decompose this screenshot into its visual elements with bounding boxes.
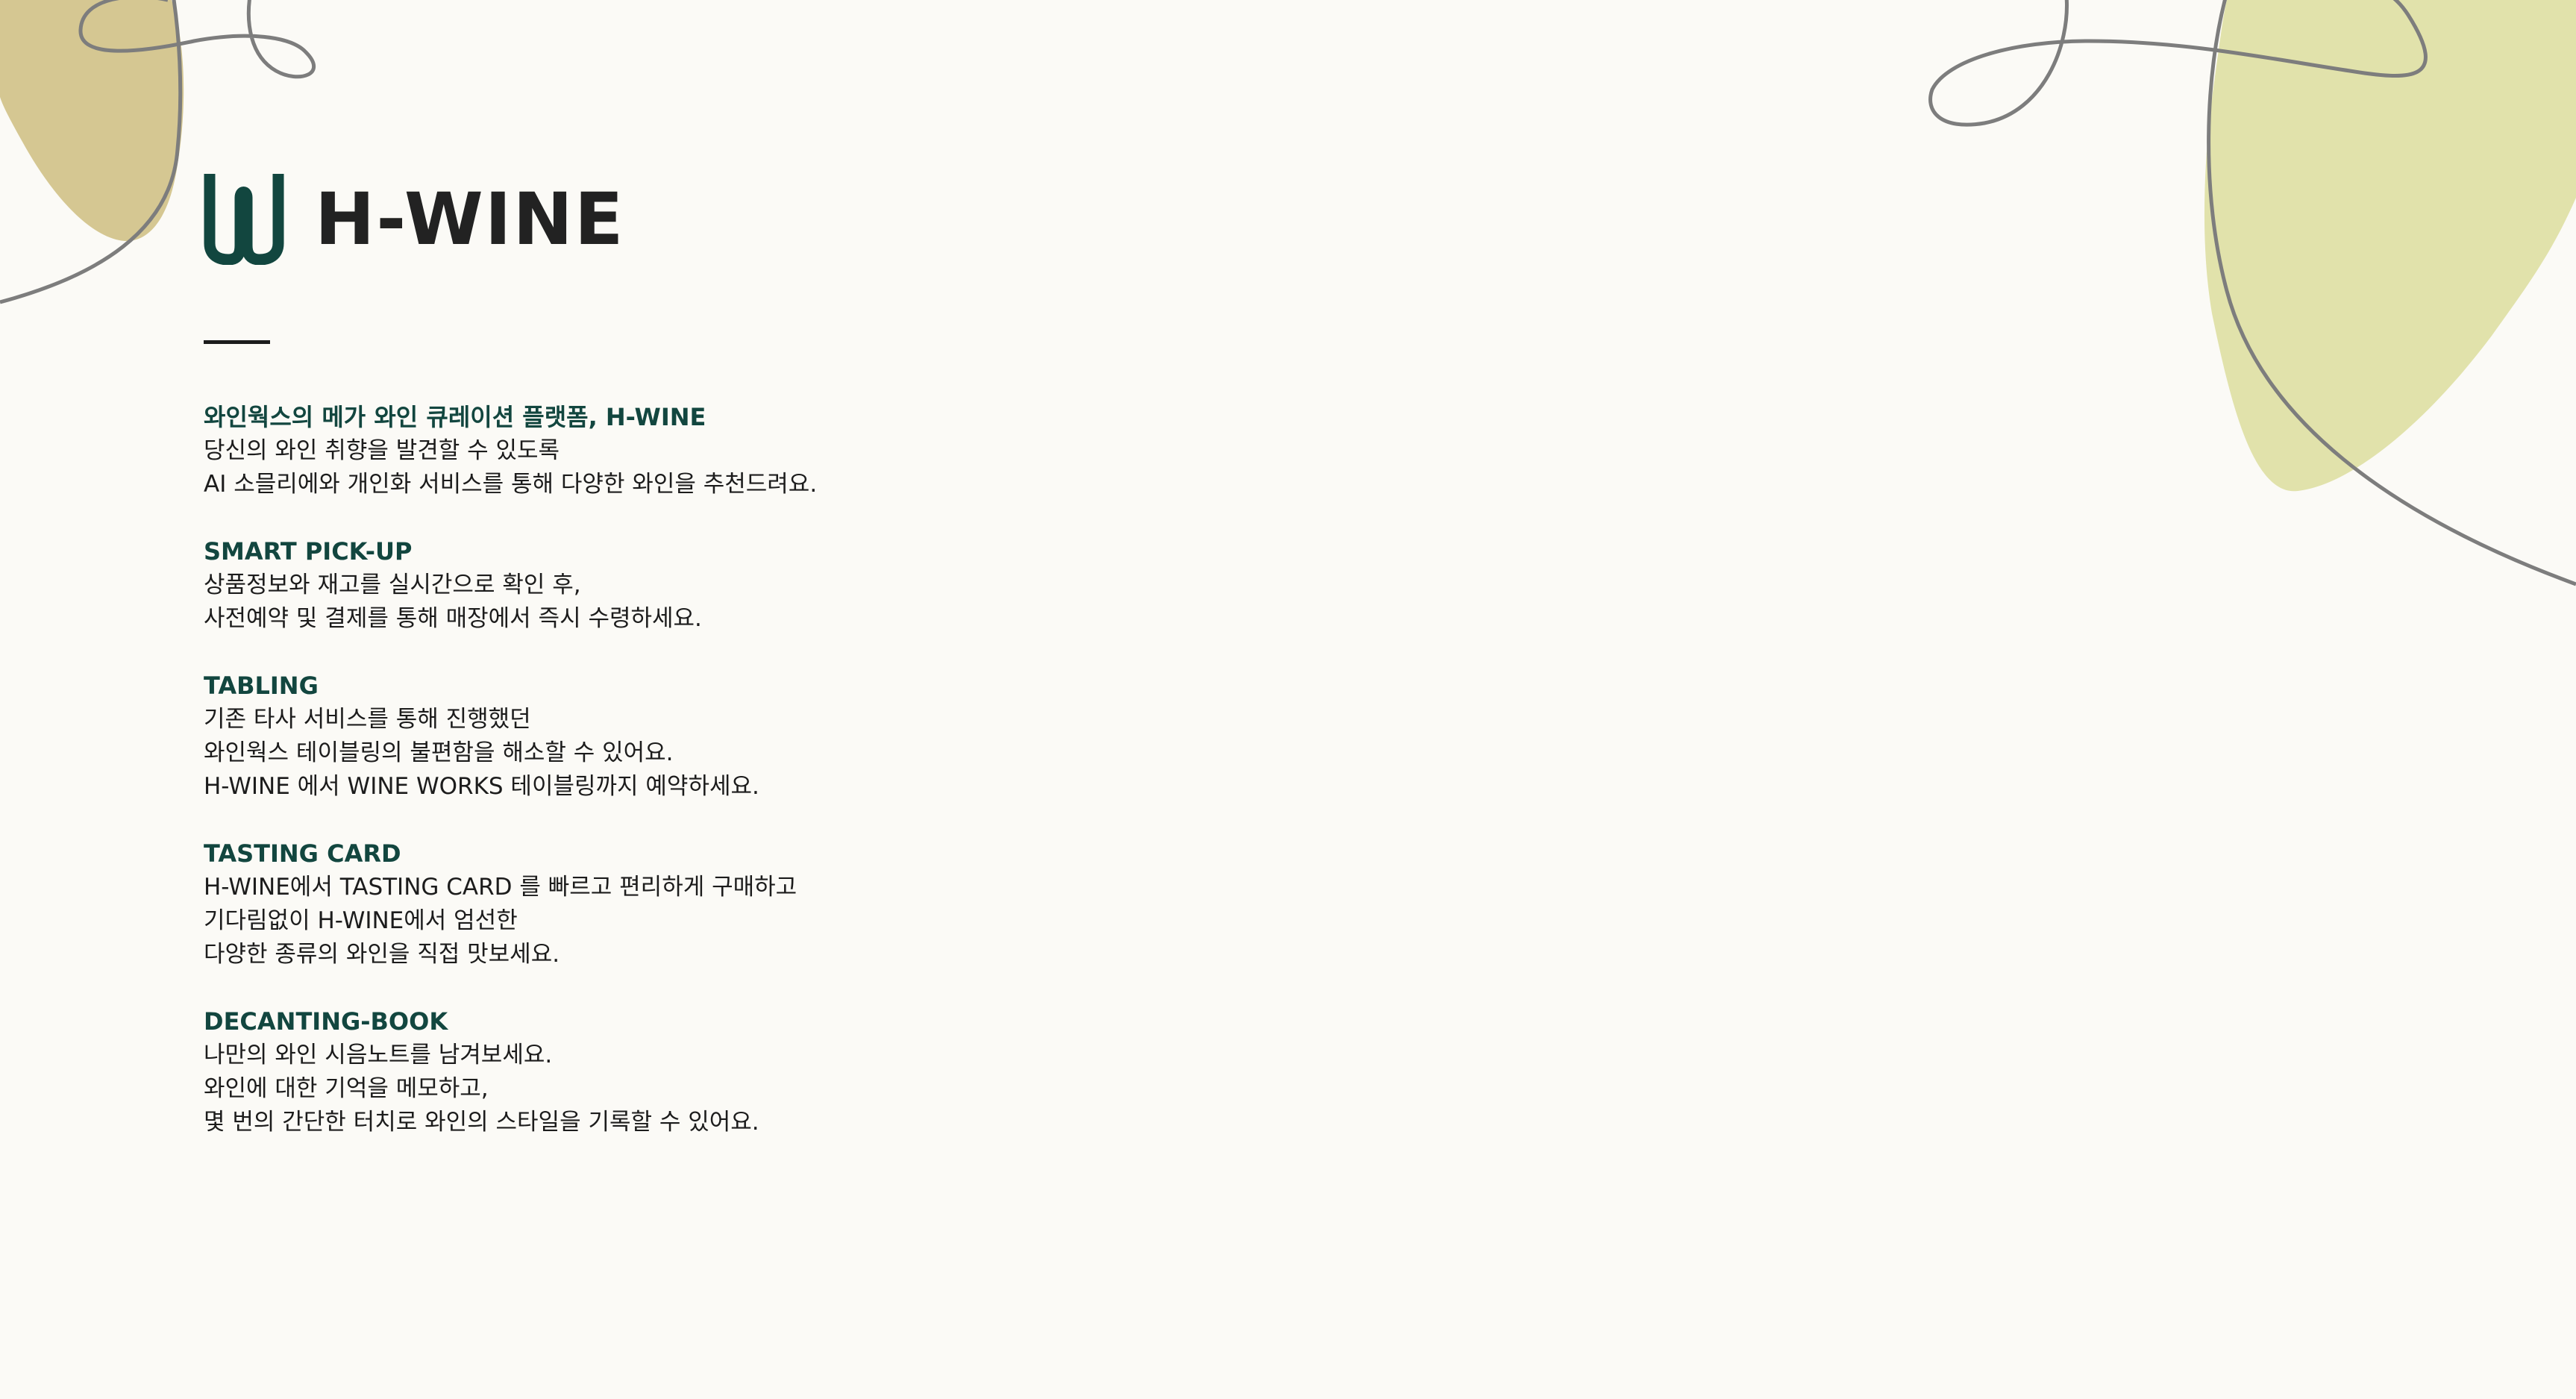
section-decanting-book: DECANTING-BOOK 나만의 와인 시음노트를 남겨보세요. 와인에 대… [204,1005,1323,1139]
left-curly-line [0,0,183,304]
section-text: 와인웍스 테이블링의 불편함을 해소할 수 있어요. [204,739,674,766]
brand-name: H-WINE [315,178,625,261]
section-title: TABLING [204,672,319,700]
feature-list: 와인웍스의 메가 와인 큐레이션 플랫폼, H-WINE 당신의 와인 취향을 … [204,401,1323,1173]
section-title: DECANTING-BOOK [204,1007,448,1036]
left-blob [0,0,184,242]
section-tasting-card: TASTING CARD H-WINE에서 TASTING CARD 를 빠르고… [204,837,1323,971]
section-title: SMART PICK-UP [204,537,413,566]
section-title: TASTING CARD [204,839,401,868]
brand-header: H-WINE [203,174,624,265]
section-tabling: TABLING 기존 타사 서비스를 통해 진행했던 와인웍스 테이블링의 불편… [204,669,1323,804]
section-text: 몇 번의 간단한 터치로 와인의 스타일을 기록할 수 있어요. [204,1109,759,1136]
section-text: H-WINE에서 TASTING CARD 를 빠르고 편리하게 구매하고 [204,874,797,901]
section-smart-pick-up: SMART PICK-UP 상품정보와 재고를 실시간으로 확인 후, 사전예약… [204,535,1323,636]
section-text: 나만의 와인 시음노트를 남겨보세요. [204,1042,553,1068]
section-title: 와인웍스의 메가 와인 큐레이션 플랫폼, H-WINE [204,403,706,431]
section-text: 와인에 대한 기억을 메모하고, [204,1075,489,1102]
section-text: 다양한 종류의 와인을 직접 맛보세요. [204,941,560,968]
section-text: 당신의 와인 취향을 발견할 수 있도록 [204,437,560,464]
right-curly-line [2207,0,2576,586]
section-text: AI 소믈리에와 개인화 서비스를 통해 다양한 와인을 추천드려요. [204,471,818,498]
section-text: H-WINE 에서 WINE WORKS 테이블링까지 예약하세요. [204,773,759,800]
right-blob [2204,0,2576,492]
right-loop-line [1928,0,2428,127]
section-intro: 와인웍스의 메가 와인 큐레이션 플랫폼, H-WINE 당신의 와인 취향을 … [204,401,1323,501]
divider [204,340,270,344]
section-text: 상품정보와 재고를 실시간으로 확인 후, [204,572,581,598]
h-wine-w-logo-icon [204,174,284,265]
section-text: 기다림없이 H-WINE에서 엄선한 [204,907,518,934]
section-text: 사전예약 및 결제를 통해 매장에서 즉시 수령하세요. [204,605,702,632]
left-loop-line [78,0,316,79]
section-text: 기존 타사 서비스를 통해 진행했던 [204,706,531,733]
